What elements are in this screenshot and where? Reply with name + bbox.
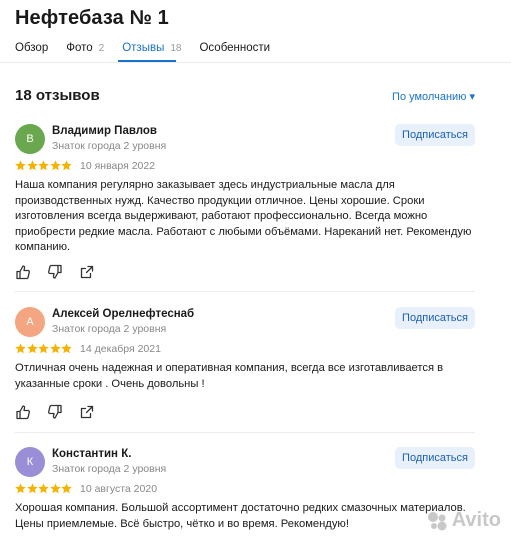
tab-reviews-count: 18 (170, 42, 182, 54)
review-actions (15, 404, 111, 420)
star-icon (61, 483, 73, 494)
reviewer-rank: Знаток города 2 уровня (52, 323, 167, 335)
review-card: К Константин К. Знаток города 2 уровня П… (15, 447, 475, 540)
review-date: 14 декабря 2021 (80, 343, 161, 355)
watermark-text: Avito (451, 509, 501, 531)
share-icon[interactable] (79, 404, 95, 420)
subscribe-button[interactable]: Подписаться (395, 307, 475, 329)
star-icon (50, 343, 61, 354)
review-divider (15, 291, 475, 292)
review-text: Хорошая компания. Большой ассортимент до… (15, 502, 466, 530)
star-icon (15, 343, 26, 354)
star-icon (50, 483, 61, 494)
tab-features[interactable]: Особенности (199, 40, 270, 56)
rating-stars (15, 483, 73, 495)
review-text: Отличная очень надежная и оперативная ко… (15, 362, 444, 390)
tab-overview[interactable]: Обзор (15, 40, 48, 56)
thumbs-up-icon[interactable] (15, 264, 31, 280)
review-divider (15, 432, 475, 433)
avatar[interactable]: А (15, 307, 45, 337)
tab-reviews-label: Отзывы (122, 42, 165, 54)
review-text: Наша компания регулярно заказывает здесь… (15, 179, 472, 253)
rating-stars (15, 343, 73, 355)
star-icon (15, 160, 26, 171)
subscribe-button[interactable]: Подписаться (395, 447, 475, 469)
star-icon (26, 160, 38, 171)
share-icon[interactable] (79, 264, 95, 280)
avatar[interactable]: В (15, 124, 45, 154)
star-icon (61, 343, 73, 354)
review-actions (15, 264, 111, 280)
tab-photo[interactable]: Фото 2 (66, 40, 104, 56)
tabs-bar: Обзор Фото 2 Отзывы 18 Особенности (15, 40, 288, 56)
tab-overview-label: Обзор (15, 42, 49, 54)
tab-reviews[interactable]: Отзывы 18 (122, 40, 181, 56)
reviews-count-heading: 18 отзывов (15, 87, 100, 104)
thumbs-down-icon[interactable] (47, 404, 63, 420)
avatar[interactable]: К (15, 447, 45, 477)
review-card: В Владимир Павлов Знаток города 2 уровня… (15, 124, 475, 284)
reviewer-name[interactable]: Владимир Павлов (52, 125, 157, 137)
sort-dropdown[interactable]: По умолчанию ▾ (392, 90, 475, 103)
subscribe-button[interactable]: Подписаться (395, 124, 475, 146)
reviewer-name[interactable]: Константин К. (52, 448, 131, 460)
rating-stars (15, 160, 73, 172)
review-card: А Алексей Орелнефтеснаб Знаток города 2 … (15, 307, 475, 427)
star-icon (26, 343, 38, 354)
star-icon (26, 483, 38, 494)
thumbs-down-icon[interactable] (47, 264, 63, 280)
tab-photo-label: Фото (66, 42, 93, 54)
star-icon (38, 343, 49, 354)
tab-features-label: Особенности (199, 42, 271, 54)
review-date: 10 января 2022 (80, 160, 156, 172)
reviewer-name[interactable]: Алексей Орелнефтеснаб (52, 308, 194, 320)
thumbs-up-icon[interactable] (15, 404, 31, 420)
star-icon (61, 160, 73, 171)
star-icon (50, 160, 61, 171)
star-icon (15, 483, 26, 494)
avito-logo-icon (427, 511, 447, 530)
tab-photo-count: 2 (98, 42, 105, 54)
star-icon (38, 160, 49, 171)
tabs-divider (0, 62, 511, 63)
review-date: 10 августа 2020 (80, 483, 158, 495)
avito-watermark: Avito (426, 509, 501, 532)
reviewer-rank: Знаток города 2 уровня (52, 463, 167, 475)
reviewer-rank: Знаток города 2 уровня (52, 140, 167, 152)
page-title: Нефтебаза № 1 (15, 7, 169, 29)
star-icon (38, 483, 49, 494)
